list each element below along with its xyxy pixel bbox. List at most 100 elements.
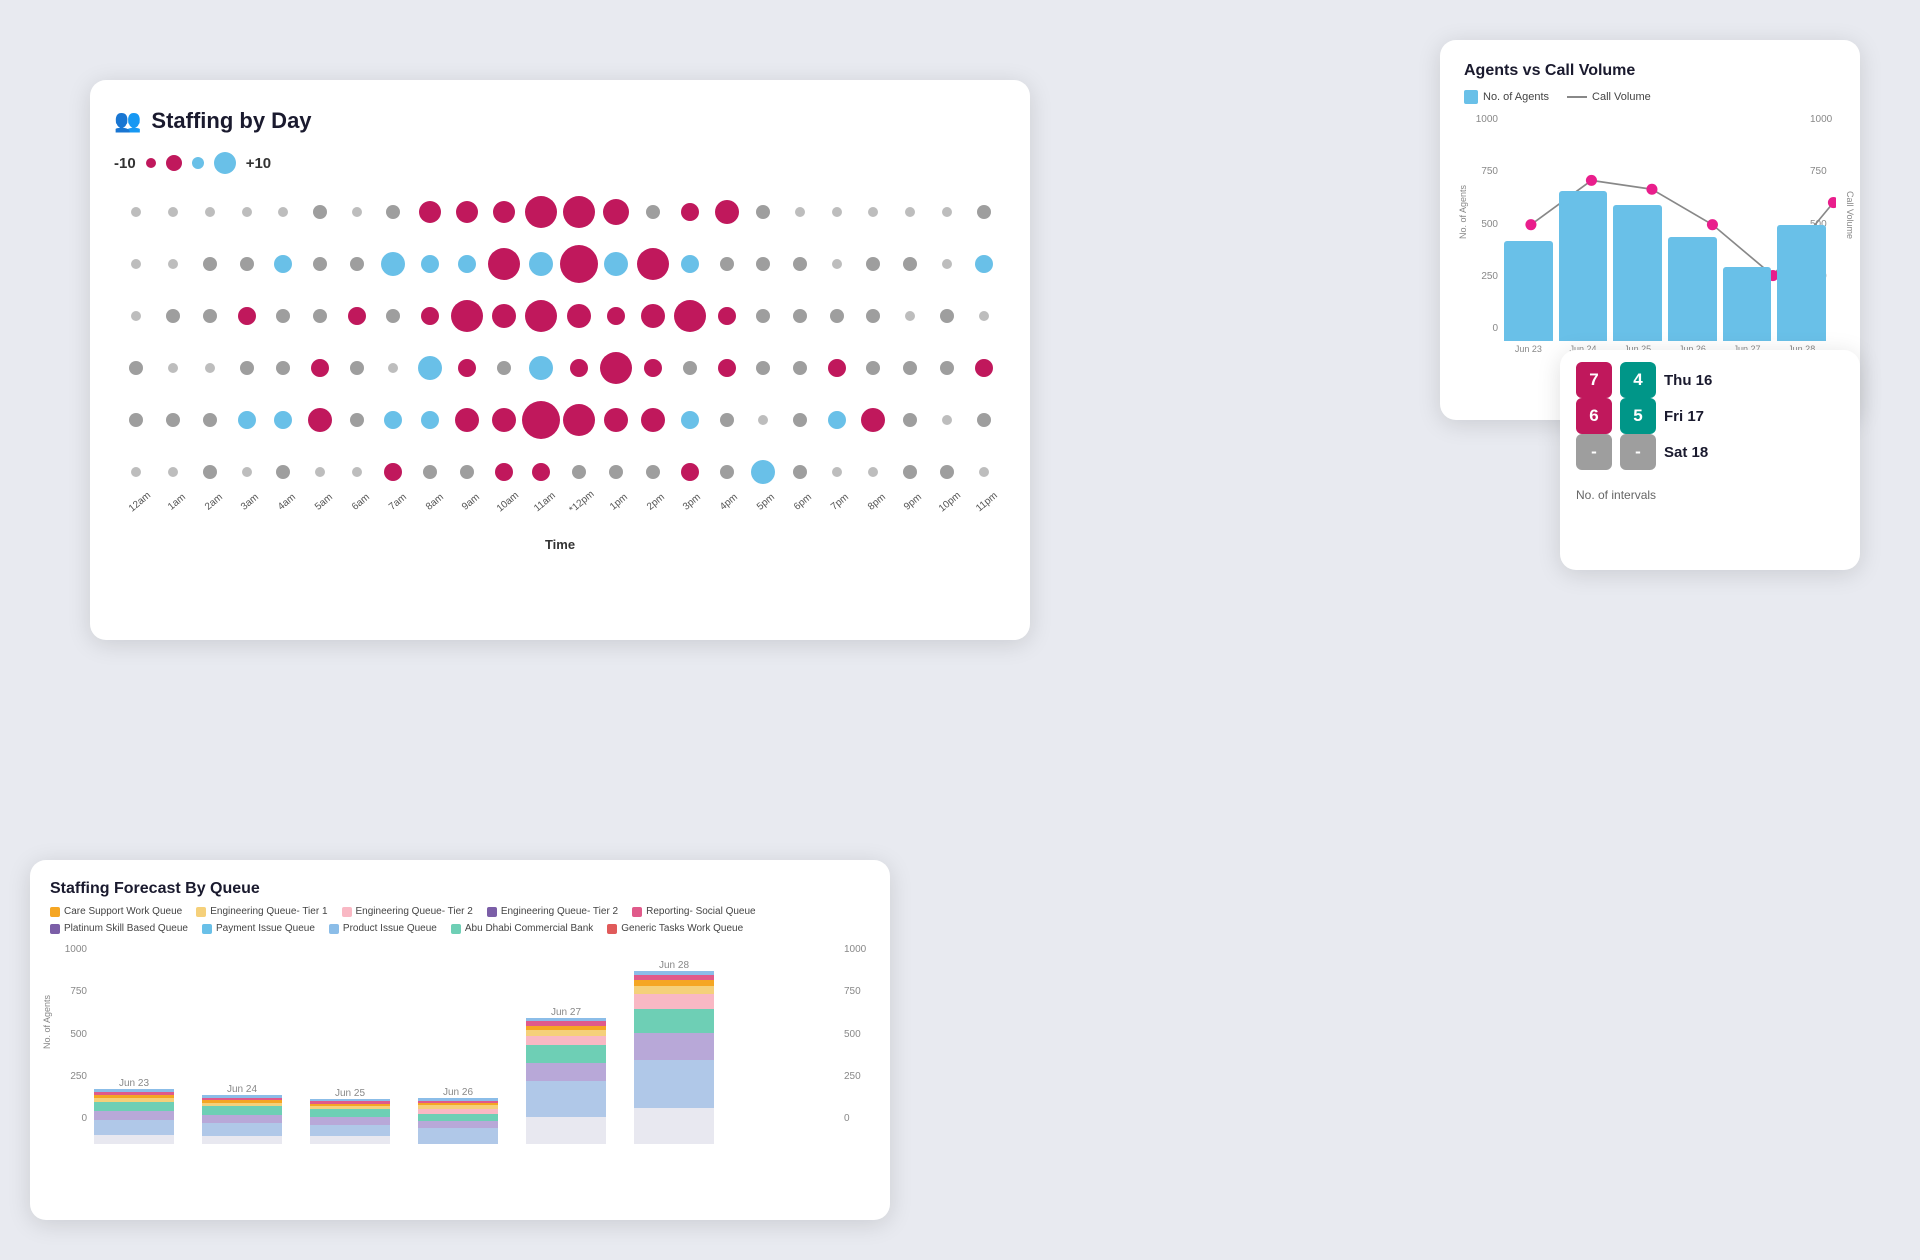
people-icon: 👥	[114, 108, 141, 134]
bubble-cell	[708, 240, 745, 288]
y-tick-right: 1000	[1810, 114, 1832, 125]
bubble	[350, 257, 364, 271]
forecast-legend-label: Engineering Queue- Tier 1	[210, 906, 327, 917]
forecast-legend-item: Generic Tasks Work Queue	[607, 923, 743, 934]
forecast-yaxis: 10007505002500	[50, 944, 92, 1124]
bubble-cell	[412, 188, 449, 236]
y-tick-right: 750	[1810, 166, 1827, 177]
bubble	[646, 205, 660, 219]
bubble	[311, 359, 329, 377]
stacked-seg	[94, 1135, 174, 1144]
bubble-cell	[485, 188, 522, 236]
bubble	[313, 309, 327, 323]
bubble-cell	[155, 344, 192, 392]
call-volume-dot	[1707, 219, 1718, 230]
y-tick: 250	[1481, 271, 1498, 282]
bubble	[979, 467, 989, 477]
call-volume-dot	[1525, 219, 1536, 230]
bubble-cell	[598, 396, 635, 444]
bubble	[560, 245, 598, 283]
bubble	[903, 361, 917, 375]
bar-col: Jun 23	[1504, 241, 1553, 354]
bubble-cell	[338, 292, 375, 340]
bubble	[456, 201, 478, 223]
bubble-cell	[671, 396, 708, 444]
bubble	[868, 207, 878, 217]
bubble-cell	[375, 240, 412, 288]
forecast-legend-dot	[329, 924, 339, 934]
bubble	[455, 408, 479, 432]
bubble-cell	[228, 344, 265, 392]
bubble	[567, 304, 591, 328]
schedule-badge-red: 7	[1576, 362, 1612, 398]
time-labels: 12am1am2am3am4am5am6am7am8am9am10am11am*…	[114, 498, 1006, 509]
bubble	[386, 309, 400, 323]
bar-col: Jun 27	[1723, 267, 1772, 354]
bubble	[529, 252, 553, 276]
y-axis-right-label: Call Volume	[1845, 191, 1855, 239]
bubble	[203, 465, 217, 479]
bubble-cell	[855, 396, 892, 444]
bar-col: Jun 28	[1777, 225, 1826, 354]
call-volume-dot	[1646, 184, 1657, 195]
bubble	[903, 465, 917, 479]
bubble	[350, 361, 364, 375]
bubble	[641, 304, 665, 328]
schedule-panel: 74Thu 1665Fri 17--Sat 18 No. of interval…	[1560, 350, 1860, 570]
bubble-cell	[302, 292, 339, 340]
bubble-cell	[635, 240, 672, 288]
bubble-cell	[375, 188, 412, 236]
bubble-cell	[635, 396, 672, 444]
bubble	[205, 363, 215, 373]
forecast-legend-item: Care Support Work Queue	[50, 906, 182, 917]
bubble	[720, 465, 734, 479]
bubble-cell	[265, 396, 302, 444]
bubble	[905, 311, 915, 321]
bubble-cell	[338, 240, 375, 288]
bubble	[529, 356, 553, 380]
bubble-cell	[635, 292, 672, 340]
bubble	[458, 255, 476, 273]
forecast-bar-xlabel: Jun 25	[335, 1088, 365, 1099]
bubble	[795, 207, 805, 217]
bubble	[131, 467, 141, 477]
bubble-cell	[449, 396, 486, 444]
bubble-cell	[522, 396, 560, 444]
stacked-seg	[94, 1120, 174, 1135]
bubble-cell	[338, 188, 375, 236]
bubble	[315, 467, 325, 477]
bubble	[828, 359, 846, 377]
bubble	[308, 408, 332, 432]
forecast-legend: Care Support Work Queue Engineering Queue…	[50, 906, 870, 934]
staffing-day-card: 👥 Staffing by Day -10 +10 12am1am2am3am4…	[90, 80, 1030, 640]
bubble	[423, 465, 437, 479]
bubble-cell	[338, 344, 375, 392]
bubble	[350, 413, 364, 427]
bubble	[168, 207, 178, 217]
bubble-cell	[855, 188, 892, 236]
bubble	[492, 304, 516, 328]
bubble-cell	[412, 344, 449, 392]
bubble-cell	[635, 188, 672, 236]
bubble-cell	[745, 396, 782, 444]
bar-xlabel: Jun 23	[1515, 344, 1542, 354]
forecast-legend-label: Generic Tasks Work Queue	[621, 923, 743, 934]
bubble-cell	[929, 292, 966, 340]
forecast-bar-xlabel: Jun 28	[659, 960, 689, 971]
stacked-seg	[526, 1117, 606, 1144]
bubble	[276, 309, 290, 323]
bubble-cell	[892, 240, 929, 288]
bubble	[756, 361, 770, 375]
bubble-cell	[449, 240, 486, 288]
bubble-cell	[598, 240, 635, 288]
forecast-y-tick: 750	[70, 986, 87, 997]
bubble	[129, 413, 143, 427]
agents-bar-area: 10007505002500 10007505002500 No. of Age…	[1464, 114, 1836, 354]
bubble-cell	[965, 344, 1002, 392]
bubble	[313, 205, 327, 219]
schedule-badge-red: -	[1576, 434, 1612, 470]
forecast-legend-dot	[202, 924, 212, 934]
bubble	[451, 300, 483, 332]
stacked-seg	[202, 1123, 282, 1136]
bubble	[522, 401, 560, 439]
